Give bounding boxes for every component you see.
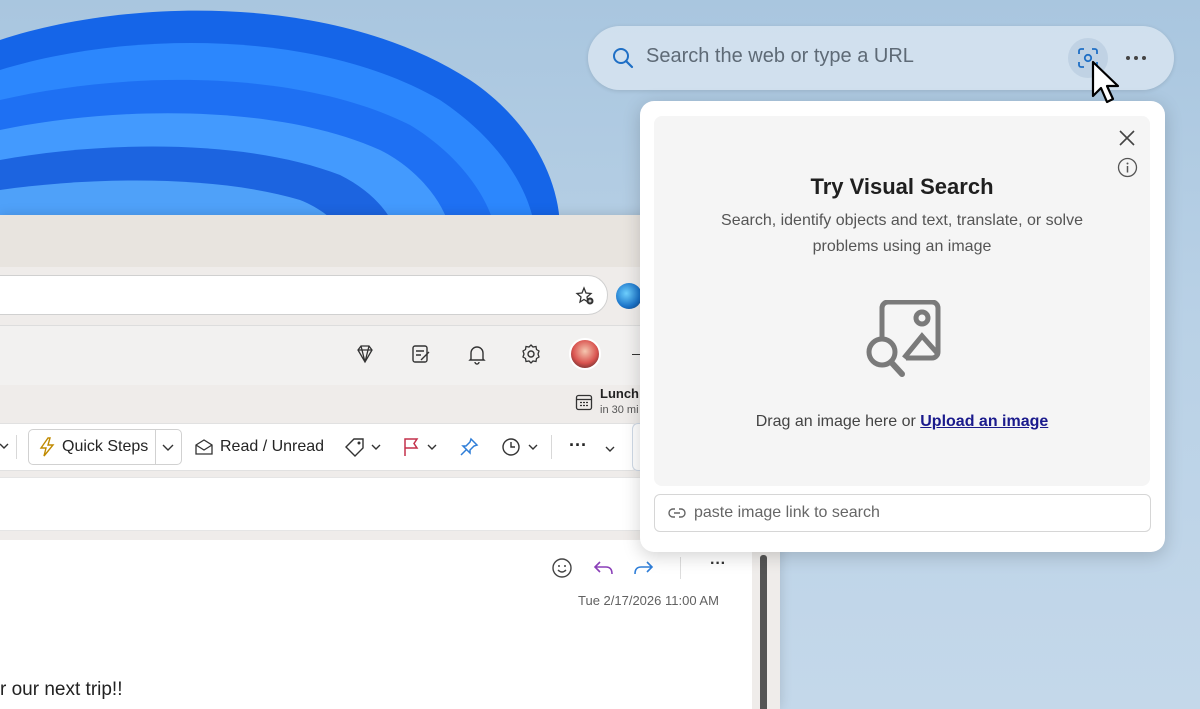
flag-button[interactable] [402, 423, 438, 471]
quick-steps-button[interactable]: Quick Steps [38, 423, 148, 471]
notes-icon[interactable] [409, 342, 433, 366]
message-more-button[interactable]: ··· [710, 555, 726, 573]
more-options-button[interactable]: ··· [569, 421, 587, 469]
image-link-input[interactable] [694, 500, 1134, 526]
premium-icon[interactable] [353, 342, 377, 366]
settings-icon[interactable] [519, 342, 543, 366]
chevron-down-icon [427, 444, 437, 450]
read-unread-label: Read / Unread [220, 438, 325, 455]
snooze-button[interactable] [501, 423, 539, 471]
drag-upload-row: Drag an image here or Upload an image [654, 413, 1150, 431]
bell-icon[interactable] [465, 342, 489, 366]
image-search-icon [866, 300, 941, 377]
chevron-down-icon[interactable] [604, 443, 616, 455]
reminder-title[interactable]: Lunch [600, 386, 639, 401]
flag-icon [404, 438, 419, 456]
chevron-down-icon[interactable] [0, 440, 10, 452]
message-body: r our next trip!! [0, 679, 123, 700]
favorite-icon[interactable] [575, 286, 595, 306]
pin-button[interactable] [459, 423, 479, 471]
pin-icon [460, 437, 479, 456]
popup-title: Try Visual Search [810, 174, 994, 199]
upload-image-link[interactable]: Upload an image [920, 413, 1048, 430]
drag-prompt: Drag an image here or [755, 413, 921, 430]
copilot-icon[interactable] [616, 283, 642, 309]
link-icon [668, 508, 686, 518]
message-date: Tue 2/17/2026 11:00 AM [578, 593, 719, 608]
chevron-down-icon[interactable] [161, 440, 175, 454]
avatar[interactable] [569, 338, 601, 370]
scrollbar[interactable] [760, 555, 767, 709]
calendar-icon [575, 394, 593, 411]
more-icon[interactable] [1122, 48, 1150, 68]
tag-icon [345, 438, 364, 457]
address-bar[interactable] [0, 275, 608, 315]
search-icon [613, 48, 634, 69]
close-icon[interactable] [1116, 127, 1138, 149]
emoji-icon[interactable] [551, 557, 573, 579]
mouse-cursor-icon [1091, 60, 1120, 104]
lightning-icon [39, 437, 55, 457]
categorize-button[interactable] [344, 423, 382, 471]
quick-steps-label: Quick Steps [62, 438, 149, 455]
chevron-down-icon [371, 444, 381, 450]
read-unread-button[interactable]: Read / Unread [194, 423, 324, 471]
popup-description: Search, identify objects and text, trans… [721, 212, 1083, 255]
forward-icon[interactable] [633, 559, 655, 577]
reply-icon[interactable] [592, 559, 614, 577]
search-input-placeholder[interactable]: Search the web or type a URL [646, 45, 914, 68]
clock-icon [502, 438, 520, 456]
reminder-subtitle: in 30 mi [600, 404, 639, 416]
chevron-down-icon [528, 444, 538, 450]
envelope-icon [195, 439, 213, 455]
wallpaper-bloom [0, 10, 560, 230]
